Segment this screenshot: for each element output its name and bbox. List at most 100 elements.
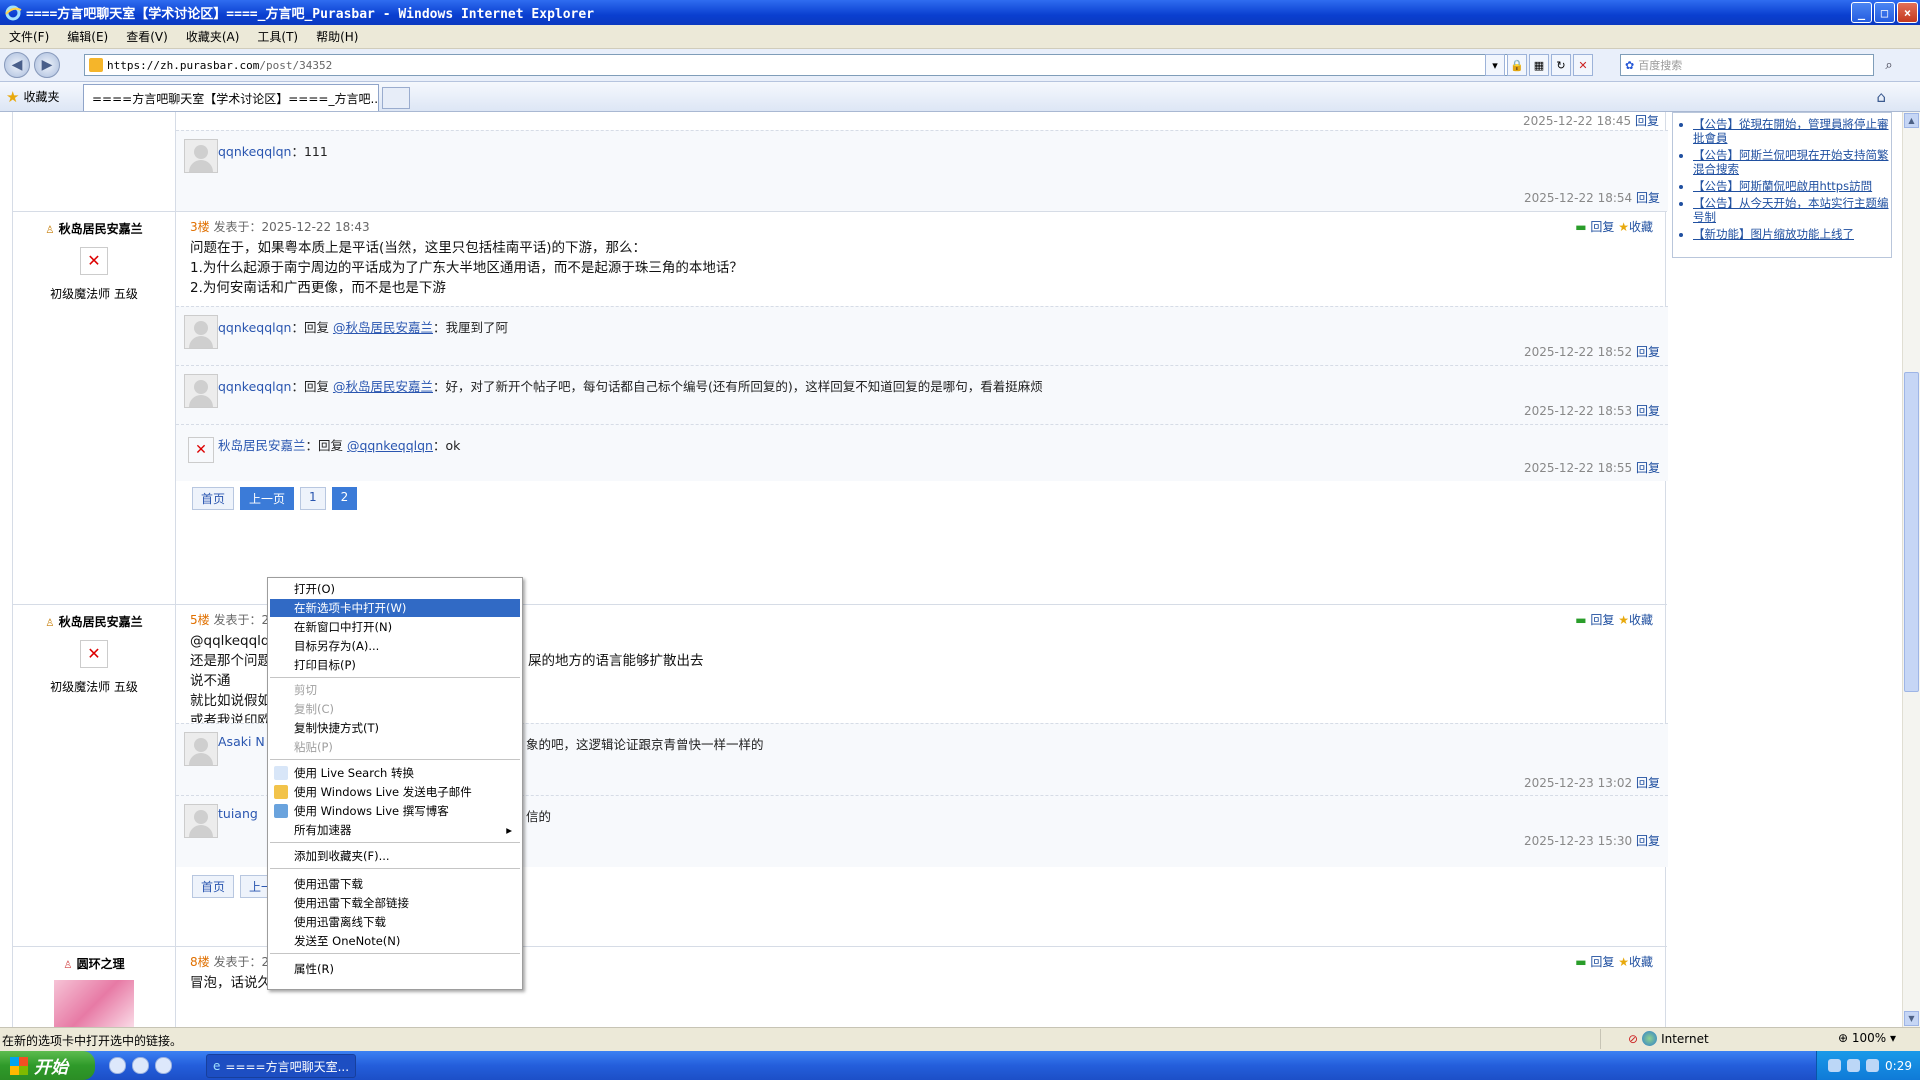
announcement-box: 【公告】從現在開始，管理員將停止審批會員 【公告】阿斯兰侃吧現在开始支持简繁混合…: [1672, 112, 1892, 258]
security-zone[interactable]: ⊘ Internet: [1628, 1031, 1709, 1046]
pager-prev[interactable]: 上一页: [240, 487, 295, 510]
menu-file[interactable]: 文件(F): [0, 28, 58, 45]
reply-button[interactable]: 回复: [1590, 955, 1614, 969]
author-name[interactable]: 秋岛居民安嘉兰: [59, 615, 143, 629]
search-input[interactable]: ✿ 百度搜索: [1620, 54, 1874, 76]
home-icon[interactable]: ⌂: [1876, 88, 1886, 106]
keyboard-icon[interactable]: [1828, 1059, 1842, 1072]
ctx-live-search[interactable]: 使用 Live Search 转换: [270, 764, 520, 782]
new-tab-button[interactable]: [382, 87, 410, 109]
lock-icon[interactable]: 🔒: [1507, 54, 1527, 76]
reply-text: Asaki N: [218, 734, 265, 749]
volume-icon[interactable]: [1866, 1059, 1880, 1072]
menu-edit[interactable]: 编辑(E): [58, 28, 117, 45]
post-body: 2025-12-22 18:45 回复 qqnkeqqlqn：111 2025-…: [175, 112, 1668, 211]
reply-time: 2025-12-23 13:02 回复: [1524, 776, 1660, 790]
ctx-send-onenote[interactable]: 发送至 OneNote(N): [270, 932, 520, 950]
back-button[interactable]: ◀: [4, 52, 30, 78]
ctx-live-blog[interactable]: 使用 Windows Live 撰写博客: [270, 802, 520, 820]
address-path: /post/34352: [259, 58, 333, 72]
media-player-icon[interactable]: [109, 1057, 126, 1074]
tab-title: ====方言吧聊天室【学术讨论区】====_方言吧...: [92, 91, 379, 106]
author-name[interactable]: 圆环之理: [77, 957, 125, 971]
broken-avatar-icon: ✕: [80, 247, 108, 275]
reply-time: 2025-12-22 18:55 回复: [1524, 461, 1660, 475]
ctx-open-new-window[interactable]: 在新窗口中打开(N): [270, 618, 520, 636]
reply-link[interactable]: 回复: [1635, 114, 1659, 128]
dropdown-icon[interactable]: ▾: [1485, 54, 1505, 76]
taskbar-window-button[interactable]: e ====方言吧聊天室...: [206, 1054, 356, 1078]
pager-first[interactable]: 首页: [192, 487, 235, 510]
menu-help[interactable]: 帮助(H): [307, 28, 367, 45]
announcement-link[interactable]: 【公告】從現在開始，管理員將停止審批會員: [1693, 117, 1891, 145]
post-text: @qqlkeqqlq 还是那个问题 说不通 就比如说假如 或者我说印欧: [190, 633, 271, 729]
windows-flag-icon: [10, 1056, 28, 1075]
address-tools: ▾ 🔒 ▦ ↻ ✕: [1485, 54, 1593, 76]
tab-active[interactable]: ====方言吧聊天室【学术讨论区】====_方言吧...: [83, 84, 379, 111]
favorite-button[interactable]: 收藏: [1629, 613, 1653, 627]
ctx-open-new-tab[interactable]: 在新选项卡中打开(W): [270, 599, 520, 617]
announcement-link[interactable]: 【公告】阿斯蘭侃吧啟用https訪問: [1693, 179, 1891, 193]
network-icon[interactable]: [1847, 1059, 1861, 1072]
ctx-thunder-download-all[interactable]: 使用迅雷下载全部链接: [270, 894, 520, 912]
ie-task-icon: e: [213, 1059, 221, 1073]
compat-view-icon[interactable]: ▦: [1529, 54, 1549, 76]
scroll-down-icon[interactable]: ▼: [1904, 1011, 1919, 1026]
reply-user[interactable]: qqnkeqqlqn: [218, 144, 291, 159]
announcement-link[interactable]: 【新功能】图片缩放功能上线了: [1693, 227, 1891, 241]
scroll-up-icon[interactable]: ▲: [1904, 113, 1919, 128]
ctx-properties[interactable]: 属性(R): [270, 960, 520, 978]
ctx-live-email[interactable]: 使用 Windows Live 发送电子邮件: [270, 783, 520, 801]
author-name[interactable]: 秋岛居民安嘉兰: [59, 222, 143, 236]
ctx-cut: 剪切: [294, 683, 317, 697]
ie-quicklaunch-icon[interactable]: [132, 1057, 149, 1074]
zoom-control[interactable]: ⊕ 100% ▾: [1838, 1031, 1896, 1045]
close-button[interactable]: ×: [1897, 2, 1918, 23]
announcement-link[interactable]: 【公告】从今天开始，本站实行主题编号制: [1693, 196, 1891, 224]
reply-icon: ▬: [1575, 613, 1587, 627]
menu-view[interactable]: 查看(V): [117, 28, 177, 45]
stop-icon[interactable]: ✕: [1573, 54, 1593, 76]
menu-favorites[interactable]: 收藏夹(A): [177, 28, 249, 45]
ctx-all-accelerators[interactable]: 所有加速器 ▸: [270, 821, 520, 839]
reply-item: qqnkeqqlqn：回复 @秋岛居民安嘉兰：我厘到了阿 2025-12-22 …: [176, 306, 1668, 365]
quick-launch: [109, 1057, 172, 1074]
refresh-icon[interactable]: ↻: [1551, 54, 1571, 76]
broken-avatar-icon: ✕: [80, 640, 108, 668]
ctx-save-target[interactable]: 目标另存为(A)...: [270, 637, 520, 655]
globe-icon: [1642, 1031, 1658, 1046]
maximize-button[interactable]: □: [1874, 2, 1895, 23]
forward-button[interactable]: ▶: [34, 52, 60, 78]
ctx-thunder-download[interactable]: 使用迅雷下载: [270, 875, 520, 893]
ctx-thunder-offline[interactable]: 使用迅雷离线下载: [270, 913, 520, 931]
reply-text: tuiang: [218, 806, 258, 821]
minimize-button[interactable]: _: [1851, 2, 1872, 23]
vertical-scrollbar[interactable]: ▲ ▼: [1902, 112, 1920, 1027]
favorites-button[interactable]: ★ 收藏夹: [6, 88, 59, 106]
announcement-link[interactable]: 【公告】阿斯兰侃吧現在开始支持简繁混合搜索: [1693, 148, 1891, 176]
avatar: [184, 804, 218, 838]
author-level: 初级魔法师 五级: [50, 287, 138, 301]
ctx-add-favorites[interactable]: 添加到收藏夹(F)...: [270, 847, 520, 865]
address-input[interactable]: https://zh.purasbar.com/post/34352: [84, 54, 1509, 76]
menu-tools[interactable]: 工具(T): [248, 28, 307, 45]
search-button[interactable]: ⌕: [1878, 54, 1900, 76]
favorite-button[interactable]: 收藏: [1629, 220, 1653, 234]
favorite-icon: ★: [1618, 220, 1629, 234]
reply-link[interactable]: 回复: [1636, 191, 1660, 205]
post-floor3: ♙ 秋岛居民安嘉兰 ✕ 初级魔法师 五级 3楼 发表于：2025-12-22 1…: [13, 211, 1668, 604]
reply-button[interactable]: 回复: [1590, 613, 1614, 627]
app-quicklaunch-icon[interactable]: [155, 1057, 172, 1074]
pager-page-2[interactable]: 2: [331, 487, 358, 510]
start-button[interactable]: 开始: [0, 1051, 95, 1080]
reply-text: qqnkeqqlqn：回复 @秋岛居民安嘉兰：好，对了新开个帖子吧，每句话都自己…: [218, 379, 1043, 394]
pager-first[interactable]: 首页: [192, 875, 235, 898]
ctx-open[interactable]: 打开(O): [270, 580, 520, 598]
reply-button[interactable]: 回复: [1590, 220, 1614, 234]
pager-page-1[interactable]: 1: [300, 487, 326, 510]
address-host: ://zh.purasbar.com: [140, 58, 260, 72]
ctx-copy-shortcut[interactable]: 复制快捷方式(T): [270, 719, 520, 737]
favorite-button[interactable]: 收藏: [1629, 955, 1653, 969]
scroll-thumb[interactable]: [1904, 372, 1919, 692]
ctx-print-target[interactable]: 打印目标(P): [270, 656, 520, 674]
